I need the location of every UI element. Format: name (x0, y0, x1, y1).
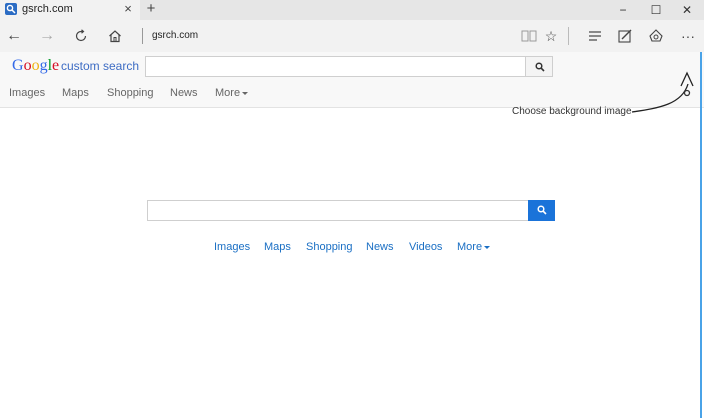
toolbar-separator (568, 27, 569, 45)
tab-title: gsrch.com (22, 3, 73, 15)
window-close-button[interactable]: ✕ (672, 0, 702, 20)
main-nav-shopping[interactable]: Shopping (306, 241, 353, 253)
header-nav-maps[interactable]: Maps (62, 87, 89, 99)
back-arrow-icon[interactable]: ← (3, 25, 25, 47)
header-nav-more[interactable]: More (215, 87, 249, 99)
search-favicon-icon (5, 3, 17, 15)
main-nav-news[interactable]: News (366, 241, 394, 253)
browser-tab[interactable]: gsrch.com × (0, 0, 140, 20)
main-nav-images[interactable]: Images (214, 241, 250, 253)
hub-icon[interactable] (584, 26, 606, 46)
window-edge (700, 52, 702, 418)
search-icon (537, 205, 547, 215)
header-search-input[interactable] (145, 56, 526, 77)
address-separator (142, 28, 143, 44)
maximize-button[interactable]: ☐ (641, 0, 671, 20)
header-nav-shopping[interactable]: Shopping (107, 87, 154, 99)
header-search-button[interactable] (525, 56, 553, 77)
web-note-icon[interactable] (614, 26, 636, 46)
minimize-button[interactable]: − (608, 0, 638, 20)
main-nav-maps[interactable]: Maps (264, 241, 291, 253)
header-nav-news[interactable]: News (170, 87, 198, 99)
chevron-down-icon (484, 245, 491, 249)
share-icon[interactable] (645, 26, 667, 46)
main-search-input[interactable] (147, 200, 529, 221)
home-icon[interactable] (104, 25, 126, 47)
star-icon[interactable]: ☆ (540, 26, 562, 46)
custom-search-header: Google custom search Images Maps Shoppin… (0, 52, 704, 108)
refresh-icon[interactable] (70, 25, 92, 47)
background-image-hint: Choose background image (512, 106, 632, 117)
search-icon (535, 62, 545, 72)
main-search-button[interactable] (528, 200, 555, 221)
main-nav: Images Maps Shopping News Videos More (0, 241, 704, 255)
address-bar[interactable]: gsrch.com (152, 30, 198, 41)
more-icon[interactable]: ··· (677, 26, 699, 46)
gear-icon[interactable] (682, 88, 692, 98)
google-logo: Google (12, 57, 60, 74)
chevron-down-icon (242, 91, 249, 95)
new-tab-button[interactable]: + (144, 0, 158, 18)
main-nav-videos[interactable]: Videos (409, 241, 442, 253)
address-toolbar: ← → gsrch.com ☆ ··· (0, 20, 704, 52)
main-nav-more[interactable]: More (457, 241, 491, 253)
tab-bar: gsrch.com × + − ☐ ✕ (0, 0, 704, 20)
reading-view-icon[interactable] (518, 26, 540, 46)
forward-arrow-icon[interactable]: → (36, 25, 58, 47)
custom-search-label: custom search (61, 59, 140, 73)
tab-close-icon[interactable]: × (122, 1, 134, 17)
header-nav-images[interactable]: Images (9, 87, 45, 99)
